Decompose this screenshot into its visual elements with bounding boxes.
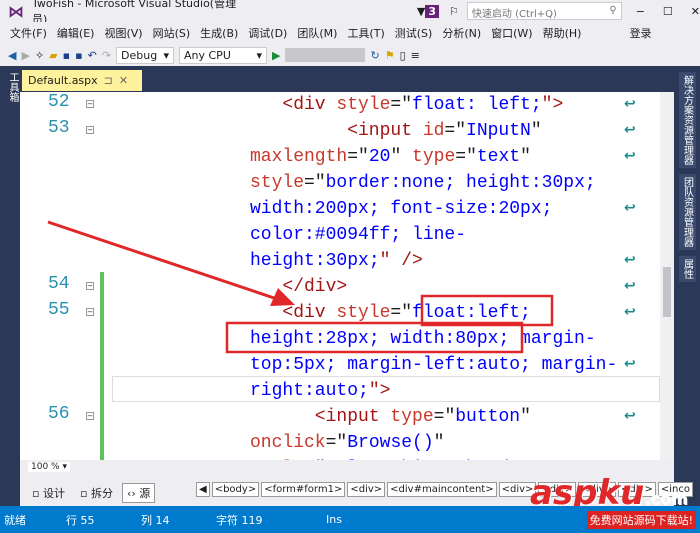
breadcrumb-scroll-left-icon[interactable]: ◀ [196, 482, 210, 497]
design-label: 设计 [42, 487, 65, 500]
design-view-button[interactable]: ▫ 设计 [32, 485, 65, 501]
breadcrumb-item[interactable]: <div#maincontent> [387, 482, 497, 497]
split-label: 拆分 [90, 487, 113, 500]
status-line: 行 55 [66, 513, 95, 527]
breadcrumb-item[interactable]: <form#form1> [261, 482, 346, 497]
source-label: 源 [139, 487, 151, 500]
annotation-overlay [47, 220, 554, 354]
breadcrumb-item[interactable]: <body> [211, 482, 260, 497]
status-bar: 就绪 行 55 列 14 字符 119 Ins 免费网站源码下载站! [0, 506, 700, 533]
watermark-tagline: 免费网站源码下载站! [586, 510, 696, 529]
annotation-box-float-left [420, 294, 554, 327]
split-view-button[interactable]: ▫ 拆分 [80, 485, 113, 501]
source-view-button[interactable]: ‹› 源 [122, 483, 156, 503]
zoom-select[interactable]: 100 % ▾ [28, 462, 70, 472]
annotation-box-size [225, 321, 524, 354]
status-ready: 就绪 [4, 513, 26, 527]
breadcrumb-item[interactable]: <div> [347, 482, 386, 497]
annotation-arrow [47, 220, 281, 302]
status-char: 字符 119 [216, 513, 263, 527]
status-mode: Ins [326, 513, 342, 526]
status-col: 列 14 [141, 513, 170, 527]
zoom-value: 100 % [31, 462, 60, 472]
